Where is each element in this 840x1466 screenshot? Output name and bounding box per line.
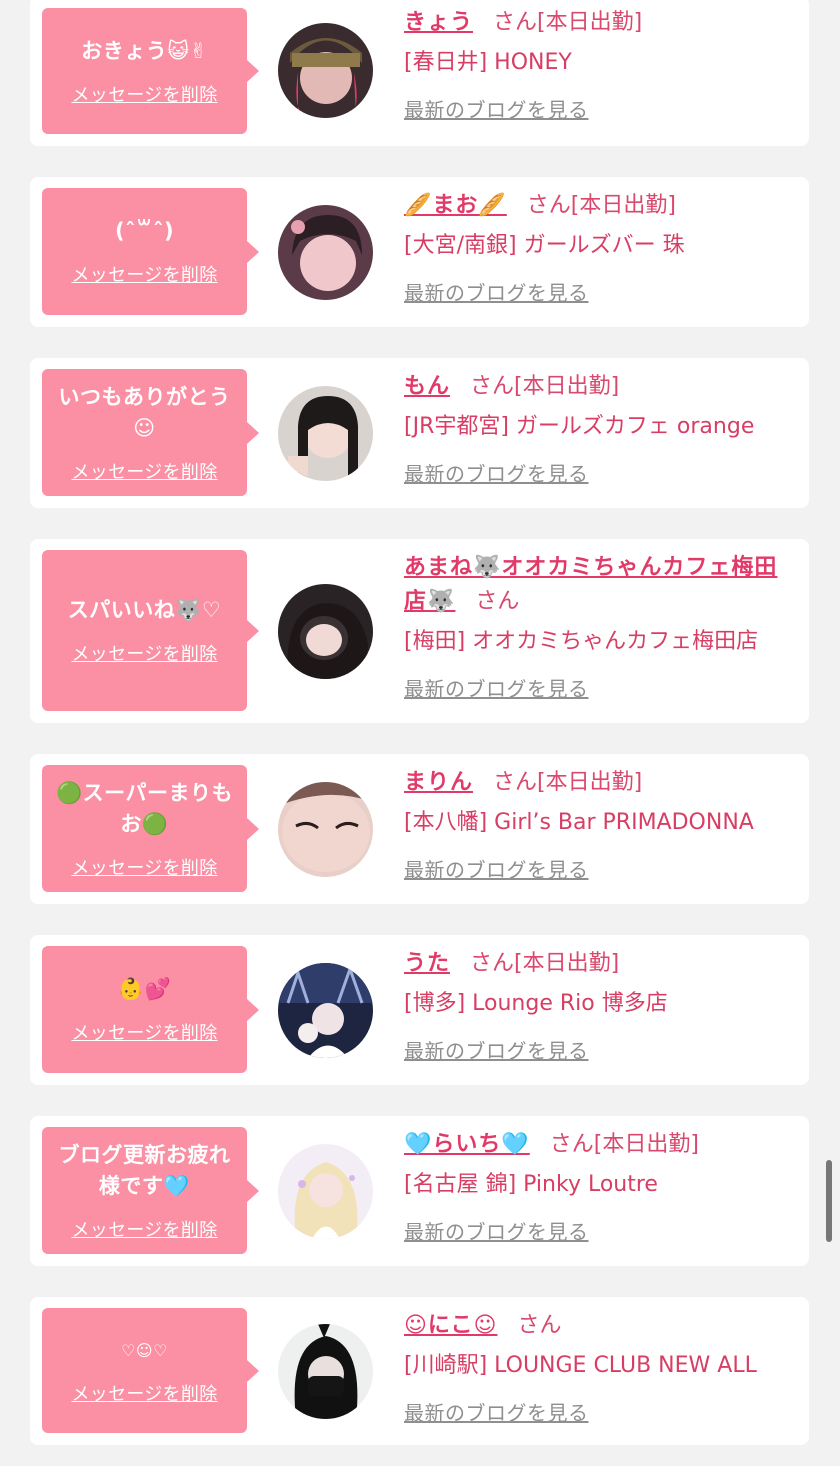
cast-name-link[interactable]: あまね🐺オオカミちゃんカフェ梅田店🐺 — [404, 555, 777, 614]
avatar[interactable] — [278, 23, 373, 118]
avatar[interactable] — [278, 205, 373, 300]
avatar[interactable] — [278, 782, 373, 877]
shop-name: [博多] Lounge Rio 博多店 — [404, 991, 668, 1016]
latest-blog-link[interactable]: 最新のブログを見る — [404, 1397, 589, 1426]
shop-name: [名古屋 錦] Pinky Loutre — [404, 1172, 658, 1197]
message-card: 👶💕 メッセージを削除 うた さん[本日出勤] [博多] Lounge Rio 博… — [30, 935, 809, 1085]
delete-message-link[interactable]: メッセージを削除 — [71, 854, 217, 880]
cast-name-link[interactable]: うた — [404, 951, 450, 976]
message-text: ♡☺♡ — [121, 1341, 168, 1360]
message-bubble: ♡☺♡ メッセージを削除 — [42, 1308, 259, 1433]
name-line: もん さん[本日出勤] — [404, 370, 799, 404]
message-card: ブログ更新お疲れ様です🩵 メッセージを削除 🩵らいち🩵 さん[本日出勤] [名古屋… — [30, 1116, 809, 1266]
shop-name: [春日井] HONEY — [404, 50, 572, 75]
message-card: (ˆ꒳ˆ) メッセージを削除 🥖まお🥖 さん[本日出勤] [大宮/南銀] ガールズ… — [30, 177, 809, 327]
message-card: いつもありがとう☺ メッセージを削除 もん さん[本日出勤] [JR宇都宮] ガー… — [30, 358, 809, 508]
shop-name: [川崎駅] LOUNGE CLUB NEW ALL — [404, 1353, 757, 1378]
latest-blog-link[interactable]: 最新のブログを見る — [404, 94, 589, 123]
message-text: いつもありがとう☺ — [58, 384, 231, 440]
shop-name: [大宮/南銀] ガールズバー 珠 — [404, 233, 685, 258]
cast-info: あまね🐺オオカミちゃんカフェ梅田店🐺 さん [梅田] オオカミちゃんカフェ梅田店 … — [404, 551, 799, 702]
latest-blog-link[interactable]: 最新のブログを見る — [404, 854, 589, 883]
cast-info: きょう さん[本日出勤] [春日井] HONEY 最新のブログを見る — [404, 6, 799, 123]
cast-info: まりん さん[本日出勤] [本八幡] Girl’s Bar PRIMADONNA … — [404, 766, 799, 883]
shop-name: [梅田] オオカミちゃんカフェ梅田店 — [404, 629, 759, 654]
latest-blog-link[interactable]: 最新のブログを見る — [404, 458, 589, 487]
message-bubble: 🟢スーパーまりもお🟢 メッセージを削除 — [42, 765, 259, 892]
cast-info: 🩵らいち🩵 さん[本日出勤] [名古屋 錦] Pinky Loutre 最新のブロ… — [404, 1128, 799, 1245]
message-bubble: (ˆ꒳ˆ) メッセージを削除 — [42, 188, 259, 315]
avatar[interactable] — [278, 1324, 373, 1419]
message-bubble: おきょう😺✌ メッセージを削除 — [42, 8, 259, 134]
honorific-status: さん — [475, 589, 520, 614]
delete-message-link[interactable]: メッセージを削除 — [71, 1380, 217, 1406]
honorific-status: さん — [517, 1313, 562, 1338]
honorific-status: さん[本日出勤] — [493, 10, 643, 35]
message-text: ブログ更新お疲れ様です🩵 — [58, 1142, 231, 1198]
message-bubble: 👶💕 メッセージを削除 — [42, 946, 259, 1073]
honorific-status: さん[本日出勤] — [470, 374, 620, 399]
name-line: うた さん[本日出勤] — [404, 947, 799, 981]
message-card: おきょう😺✌ メッセージを削除 きょう さん[本日出勤] [春日井] HONEY … — [30, 0, 809, 146]
message-card: ♡☺♡ メッセージを削除 ☺にこ☺ さん [川崎駅] LOUNGE CLUB NE… — [30, 1297, 809, 1445]
name-line: 🥖まお🥖 さん[本日出勤] — [404, 189, 799, 223]
latest-blog-link[interactable]: 最新のブログを見る — [404, 277, 589, 306]
delete-message-link[interactable]: メッセージを削除 — [71, 640, 217, 666]
latest-blog-link[interactable]: 最新のブログを見る — [404, 1035, 589, 1064]
message-text: (ˆ꒳ˆ) — [114, 219, 175, 243]
delete-message-link[interactable]: メッセージを削除 — [71, 458, 217, 484]
message-text: スパいいね🐺♡ — [67, 598, 222, 622]
delete-message-link[interactable]: メッセージを削除 — [71, 261, 217, 287]
avatar[interactable] — [278, 386, 373, 481]
avatar[interactable] — [278, 963, 373, 1058]
cast-info: ☺にこ☺ さん [川崎駅] LOUNGE CLUB NEW ALL 最新のブログを… — [404, 1309, 799, 1426]
message-text: 🟢スーパーまりもお🟢 — [56, 780, 233, 836]
latest-blog-link[interactable]: 最新のブログを見る — [404, 673, 589, 702]
name-line: きょう さん[本日出勤] — [404, 6, 799, 40]
avatar[interactable] — [278, 584, 373, 679]
cast-name-link[interactable]: ☺にこ☺ — [404, 1313, 497, 1338]
cast-name-link[interactable]: まりん — [404, 770, 473, 795]
avatar[interactable] — [278, 1144, 373, 1239]
cast-name-link[interactable]: きょう — [404, 10, 473, 35]
message-bubble: ブログ更新お疲れ様です🩵 メッセージを削除 — [42, 1127, 259, 1254]
latest-blog-link[interactable]: 最新のブログを見る — [404, 1216, 589, 1245]
message-bubble: いつもありがとう☺ メッセージを削除 — [42, 369, 259, 496]
cast-info: うた さん[本日出勤] [博多] Lounge Rio 博多店 最新のブログを見る — [404, 947, 799, 1064]
honorific-status: さん[本日出勤] — [493, 770, 643, 795]
cast-name-link[interactable]: 🩵らいち🩵 — [404, 1132, 530, 1157]
name-line: 🩵らいち🩵 さん[本日出勤] — [404, 1128, 799, 1162]
cast-info: 🥖まお🥖 さん[本日出勤] [大宮/南銀] ガールズバー 珠 最新のブログを見る — [404, 189, 799, 306]
shop-name: [JR宇都宮] ガールズカフェ orange — [404, 414, 755, 439]
cast-info: もん さん[本日出勤] [JR宇都宮] ガールズカフェ orange 最新のブログ… — [404, 370, 799, 487]
honorific-status: さん[本日出勤] — [549, 1132, 699, 1157]
cast-name-link[interactable]: もん — [404, 374, 450, 399]
name-line: あまね🐺オオカミちゃんカフェ梅田店🐺 さん — [404, 551, 799, 619]
honorific-status: さん[本日出勤] — [470, 951, 620, 976]
message-card: スパいいね🐺♡ メッセージを削除 あまね🐺オオカミちゃんカフェ梅田店🐺 さん [梅… — [30, 539, 809, 723]
message-text: おきょう😺✌ — [81, 38, 208, 63]
honorific-status: さん[本日出勤] — [526, 193, 676, 218]
name-line: まりん さん[本日出勤] — [404, 766, 799, 800]
message-card: 🟢スーパーまりもお🟢 メッセージを削除 まりん さん[本日出勤] [本八幡] Gi… — [30, 754, 809, 904]
name-line: ☺にこ☺ さん — [404, 1309, 799, 1343]
delete-message-link[interactable]: メッセージを削除 — [71, 1216, 217, 1242]
delete-message-link[interactable]: メッセージを削除 — [71, 81, 217, 107]
delete-message-link[interactable]: メッセージを削除 — [71, 1019, 217, 1045]
message-text: 👶💕 — [117, 977, 172, 1001]
cast-name-link[interactable]: 🥖まお🥖 — [404, 193, 507, 218]
shop-name: [本八幡] Girl’s Bar PRIMADONNA — [404, 810, 754, 835]
message-bubble: スパいいね🐺♡ メッセージを削除 — [42, 550, 259, 711]
scrollbar[interactable] — [826, 1160, 832, 1242]
